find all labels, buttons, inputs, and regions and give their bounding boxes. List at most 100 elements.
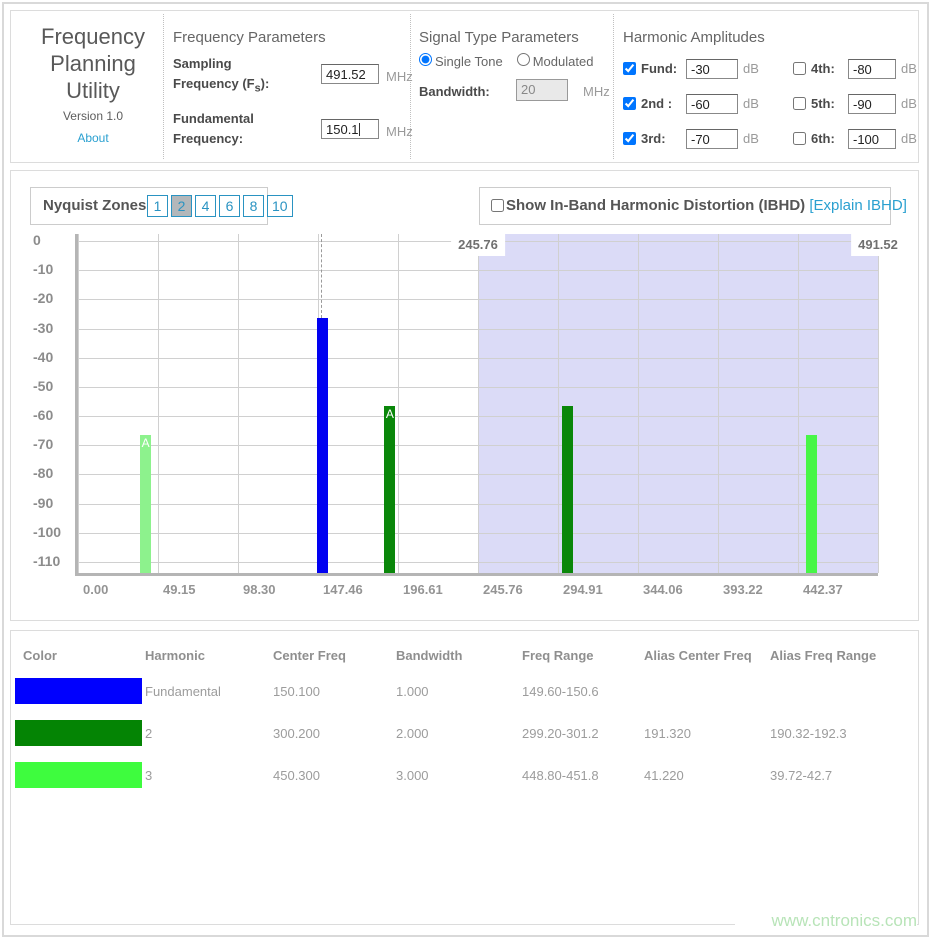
cell-freq-range: 149.60-150.6 <box>510 670 632 712</box>
x-axis-tick-label: 294.91 <box>563 582 603 597</box>
harmonic-label-2nd: 2nd : <box>641 96 681 111</box>
color-cell <box>11 712 133 754</box>
y-gridline <box>78 329 878 330</box>
x-gridline <box>638 234 639 573</box>
harmonic-unit-label: dB <box>743 61 759 76</box>
cell-bandwidth: 2.000 <box>384 712 510 754</box>
x-axis-line <box>75 573 878 576</box>
harmonic-checkbox-5th[interactable] <box>793 97 806 110</box>
harmonic-checkbox-6th[interactable] <box>793 132 806 145</box>
harmonic-amplitude-input-4th[interactable]: -80 <box>848 59 896 79</box>
y-gridline <box>78 270 878 271</box>
cell-alias-freq-range: 39.72-42.7 <box>758 754 918 796</box>
harmonic-unit-label: dB <box>901 61 917 76</box>
harmonic-amplitude-input-fund[interactable]: -30 <box>686 59 738 79</box>
signal-type-option-label: Single Tone <box>435 54 503 69</box>
harmonic-amplitudes-title: Harmonic Amplitudes <box>623 29 765 46</box>
harmonic-amplitude-row-6th: 6th:-100dB <box>793 129 917 149</box>
modulated-radio[interactable] <box>517 53 530 66</box>
version-label: Version 1.0 <box>23 109 163 123</box>
signal-type-option[interactable]: Single Tone <box>419 54 503 69</box>
bandwidth-input: 20 <box>516 79 568 101</box>
single-tone-radio[interactable] <box>419 53 432 66</box>
y-axis-tick-label: -100 <box>33 524 61 540</box>
harmonic-amplitude-row-5th: 5th:-90dB <box>793 94 917 114</box>
harmonic-table: ColorHarmonicCenter FreqBandwidthFreq Ra… <box>11 641 918 796</box>
about-link[interactable]: About <box>23 131 163 145</box>
x-axis-tick-label: 344.06 <box>643 582 683 597</box>
x-axis-tick-label: 98.30 <box>243 582 276 597</box>
y-gridline <box>78 533 878 534</box>
signal-type-option-label: Modulated <box>533 54 594 69</box>
table-header-alias-freq-range: Alias Freq Range <box>758 641 918 670</box>
harmonic-checkbox-4th[interactable] <box>793 62 806 75</box>
cell-bandwidth: 3.000 <box>384 754 510 796</box>
fundamental-dashed-guide <box>321 234 322 318</box>
fundamental-frequency-input[interactable]: 150.1 <box>321 119 379 139</box>
x-gridline <box>558 234 559 573</box>
fundamental-frequency-unit: MHz <box>386 124 413 139</box>
color-cell <box>11 754 133 796</box>
y-axis-tick-label: -40 <box>33 349 53 365</box>
bandwidth-unit: MHz <box>583 84 610 99</box>
sampling-frequency-unit: MHz <box>386 69 413 84</box>
harmonic-amplitude-grid: Fund:-30dB2nd :-60dB3rd:-70dB4th:-80dB5t… <box>623 51 915 161</box>
table-header-center-freq: Center Freq <box>261 641 384 670</box>
harmonic-amplitude-row-3rd: 3rd:-70dB <box>623 129 793 149</box>
chart-panel: Nyquist Zones: 1246810 Show In-Band Harm… <box>10 170 919 621</box>
cell-alias-freq-range <box>758 670 918 712</box>
harmonic-amplitude-input-2nd[interactable]: -60 <box>686 94 738 114</box>
x-gridline <box>478 234 479 573</box>
harmonic-amplitude-input-3rd[interactable]: -70 <box>686 129 738 149</box>
frequency-parameters-title: Frequency Parameters <box>173 29 326 46</box>
watermark: www.cntronics.com <box>735 908 917 934</box>
x-gridline <box>158 234 159 573</box>
sampling-frequency-label-2: Frequency (Fs): <box>173 76 269 95</box>
cell-alias-center-freq: 41.220 <box>632 754 758 796</box>
sampling-frequency-input[interactable]: 491.52 <box>321 64 379 84</box>
y-axis-tick-label: -10 <box>33 261 53 277</box>
cell-freq-range: 448.80-451.8 <box>510 754 632 796</box>
harmonic-checkbox-fund[interactable] <box>623 62 636 75</box>
table-row: 2300.2002.000299.20-301.2191.320190.32-1… <box>11 712 918 754</box>
signal-type-option[interactable]: Modulated <box>517 54 594 69</box>
frequency-planning-utility-app: Frequency Planning Utility Version 1.0 A… <box>0 0 931 941</box>
harmonic-amplitude-input-6th[interactable]: -100 <box>848 129 896 149</box>
harmonic-color-swatch <box>15 762 142 788</box>
table-header-alias-center-freq: Alias Center Freq <box>632 641 758 670</box>
y-gridline <box>78 387 878 388</box>
y-gridline <box>78 504 878 505</box>
y-gridline <box>78 474 878 475</box>
harmonic-amplitude-row-2nd: 2nd : -60 dB <box>623 94 793 114</box>
y-axis-tick-label: -70 <box>33 436 53 452</box>
harmonic-color-swatch <box>15 678 142 704</box>
harmonic-amplitude-row-fund: Fund:-30dB <box>623 59 793 79</box>
cell-harmonic: Fundamental <box>133 670 261 712</box>
table-header-bandwidth: Bandwidth <box>384 641 510 670</box>
cell-harmonic: 2 <box>133 712 261 754</box>
x-gridline <box>238 234 239 573</box>
panel-divider <box>163 14 164 159</box>
cell-freq-range: 299.20-301.2 <box>510 712 632 754</box>
harmonic-amplitude-row-4th: 4th: -80 dB <box>793 59 917 79</box>
x-axis-tick-label: 49.15 <box>163 582 196 597</box>
x-axis-tick-label: 147.46 <box>323 582 363 597</box>
text-caret <box>359 123 360 136</box>
spectrum-plot: 0-10-20-30-40-50-60-70-80-90-100-1100.00… <box>11 171 918 620</box>
harmonic-checkbox-2nd[interactable] <box>623 97 636 110</box>
zone-start-label: 245.76 <box>451 234 505 256</box>
x-gridline <box>398 234 399 573</box>
y-axis-tick-label: -90 <box>33 495 53 511</box>
harmonic-amplitude-input-5th[interactable]: -90 <box>848 94 896 114</box>
table-row: 3450.3003.000448.80-451.841.22039.72-42.… <box>11 754 918 796</box>
harmonic-unit-label: dB <box>901 96 917 111</box>
x-axis-tick-label: 393.22 <box>723 582 763 597</box>
cell-alias-center-freq <box>632 670 758 712</box>
harmonic-label-4th: 4th: <box>811 61 843 76</box>
harmonic-unit-label: dB <box>743 96 759 111</box>
harmonic-checkbox-3rd[interactable] <box>623 132 636 145</box>
x-gridline <box>718 234 719 573</box>
cell-alias-freq-range: 190.32-192.3 <box>758 712 918 754</box>
table-header-harmonic: Harmonic <box>133 641 261 670</box>
zone-end-label: 491.52 <box>851 234 905 256</box>
